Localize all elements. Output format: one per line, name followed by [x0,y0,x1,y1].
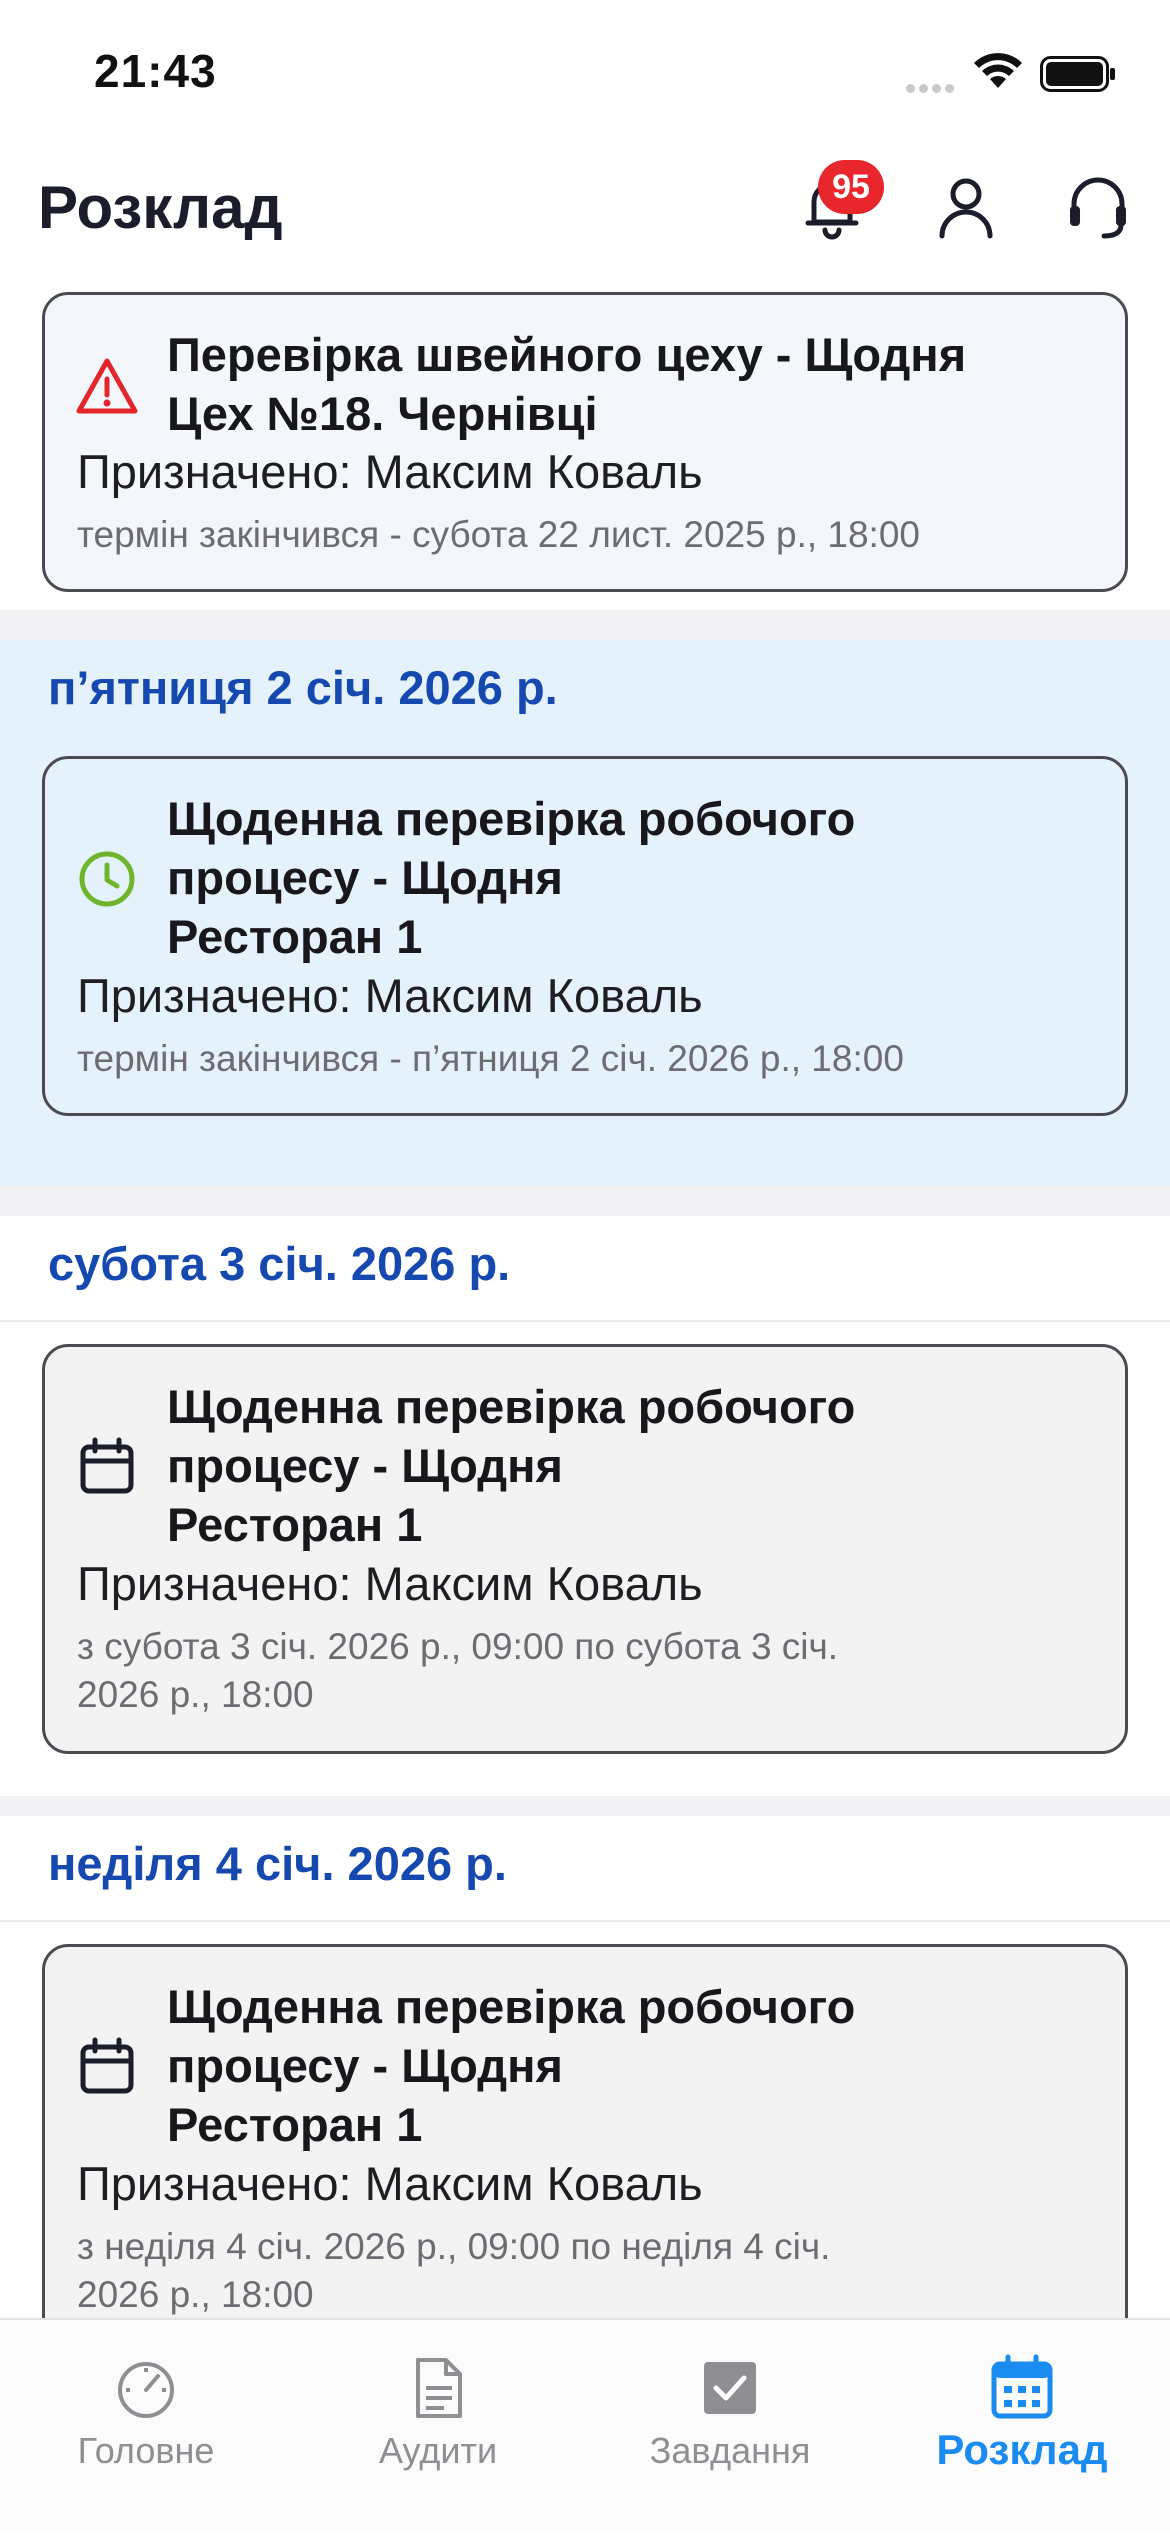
checkbox-icon [704,2362,756,2414]
card-title: Щоденна перевірка робочого процесу - Щод… [167,1980,856,2151]
card-due-time: термін закінчився - субота 22 лист. 2025… [77,514,920,555]
bottom-tab-bar: Головне Аудити Завдання Розклад [0,2318,1170,2532]
card-title: Щоденна перевірка робочого процесу - Щод… [167,792,856,963]
schedule-card[interactable]: Щоденна перевірка робочого процесу - Щод… [42,1344,1128,1754]
calendar-icon [80,1437,134,1494]
calendar-icon [991,2354,1053,2419]
card-title: Перевірка швейного цеху - Щодня Цех №18.… [167,328,967,440]
card-assignee: Призначено: Максим Коваль [77,445,703,498]
tab-label: Аудити [378,2430,498,2471]
notifications-badge[interactable]: 95 [818,160,884,214]
clock-icon [79,851,135,907]
profile-icon[interactable] [930,170,1002,242]
tab-label: Розклад [936,2426,1108,2473]
schedule-card[interactable]: Щоденна перевірка робочого процесу - Щод… [42,756,1128,1116]
tab-home[interactable]: Головне [0,2320,292,2534]
calendar-icon [80,2037,134,2094]
tab-label: Головне [77,2430,215,2471]
tab-schedule[interactable]: Розклад [876,2320,1168,2534]
card-title: Щоденна перевірка робочого процесу - Щод… [167,1380,856,1551]
speedometer-icon [118,2362,174,2418]
card-time-range: з субота 3 січ. 2026 р., 09:00 по субота… [77,1626,839,1715]
warning-icon [76,358,138,414]
support-headset-icon[interactable] [1062,170,1134,242]
tab-tasks[interactable]: Завдання [584,2320,876,2534]
card-due-time: термін закінчився - п’ятниця 2 січ. 2026… [77,1038,904,1079]
schedule-section-overdue: Перевірка швейного цеху - Щодня Цех №18.… [0,268,1170,610]
section-date-header: субота 3 січ. 2026 р. [48,1237,511,1290]
card-assignee: Призначено: Максим Коваль [77,2157,703,2210]
card-assignee: Призначено: Максим Коваль [77,1557,703,1610]
cellular-signal-icon [906,80,958,93]
wifi-icon [974,53,1022,88]
card-assignee: Призначено: Максим Коваль [77,969,703,1022]
app-header: Розклад 95 [0,140,1170,268]
schedule-list[interactable]: Перевірка швейного цеху - Щодня Цех №18.… [0,268,1170,2318]
schedule-section-day: п’ятниця 2 січ. 2026 р. Щоденна перевірк… [0,640,1170,1186]
section-date-header: п’ятниця 2 січ. 2026 р. [48,661,558,714]
page-title: Розклад [38,174,283,241]
status-bar: 21:43 [0,0,1170,140]
schedule-card[interactable]: Перевірка швейного цеху - Щодня Цех №18.… [42,292,1128,592]
card-time-range: з неділя 4 січ. 2026 р., 09:00 по неділя… [77,2226,831,2315]
section-date-header: неділя 4 січ. 2026 р. [48,1837,507,1890]
document-icon [416,2358,462,2418]
schedule-section-day: субота 3 січ. 2026 р. Щоденна перевірка … [0,1216,1170,1796]
tab-audits[interactable]: Аудити [292,2320,584,2534]
schedule-card[interactable]: Щоденна перевірка робочого процесу - Щод… [42,1944,1128,2318]
schedule-section-day: неділя 4 січ. 2026 р. Щоденна перевірка … [0,1816,1170,2318]
tab-label: Завдання [649,2430,811,2471]
status-time: 21:43 [94,45,217,97]
battery-icon [1040,56,1115,92]
